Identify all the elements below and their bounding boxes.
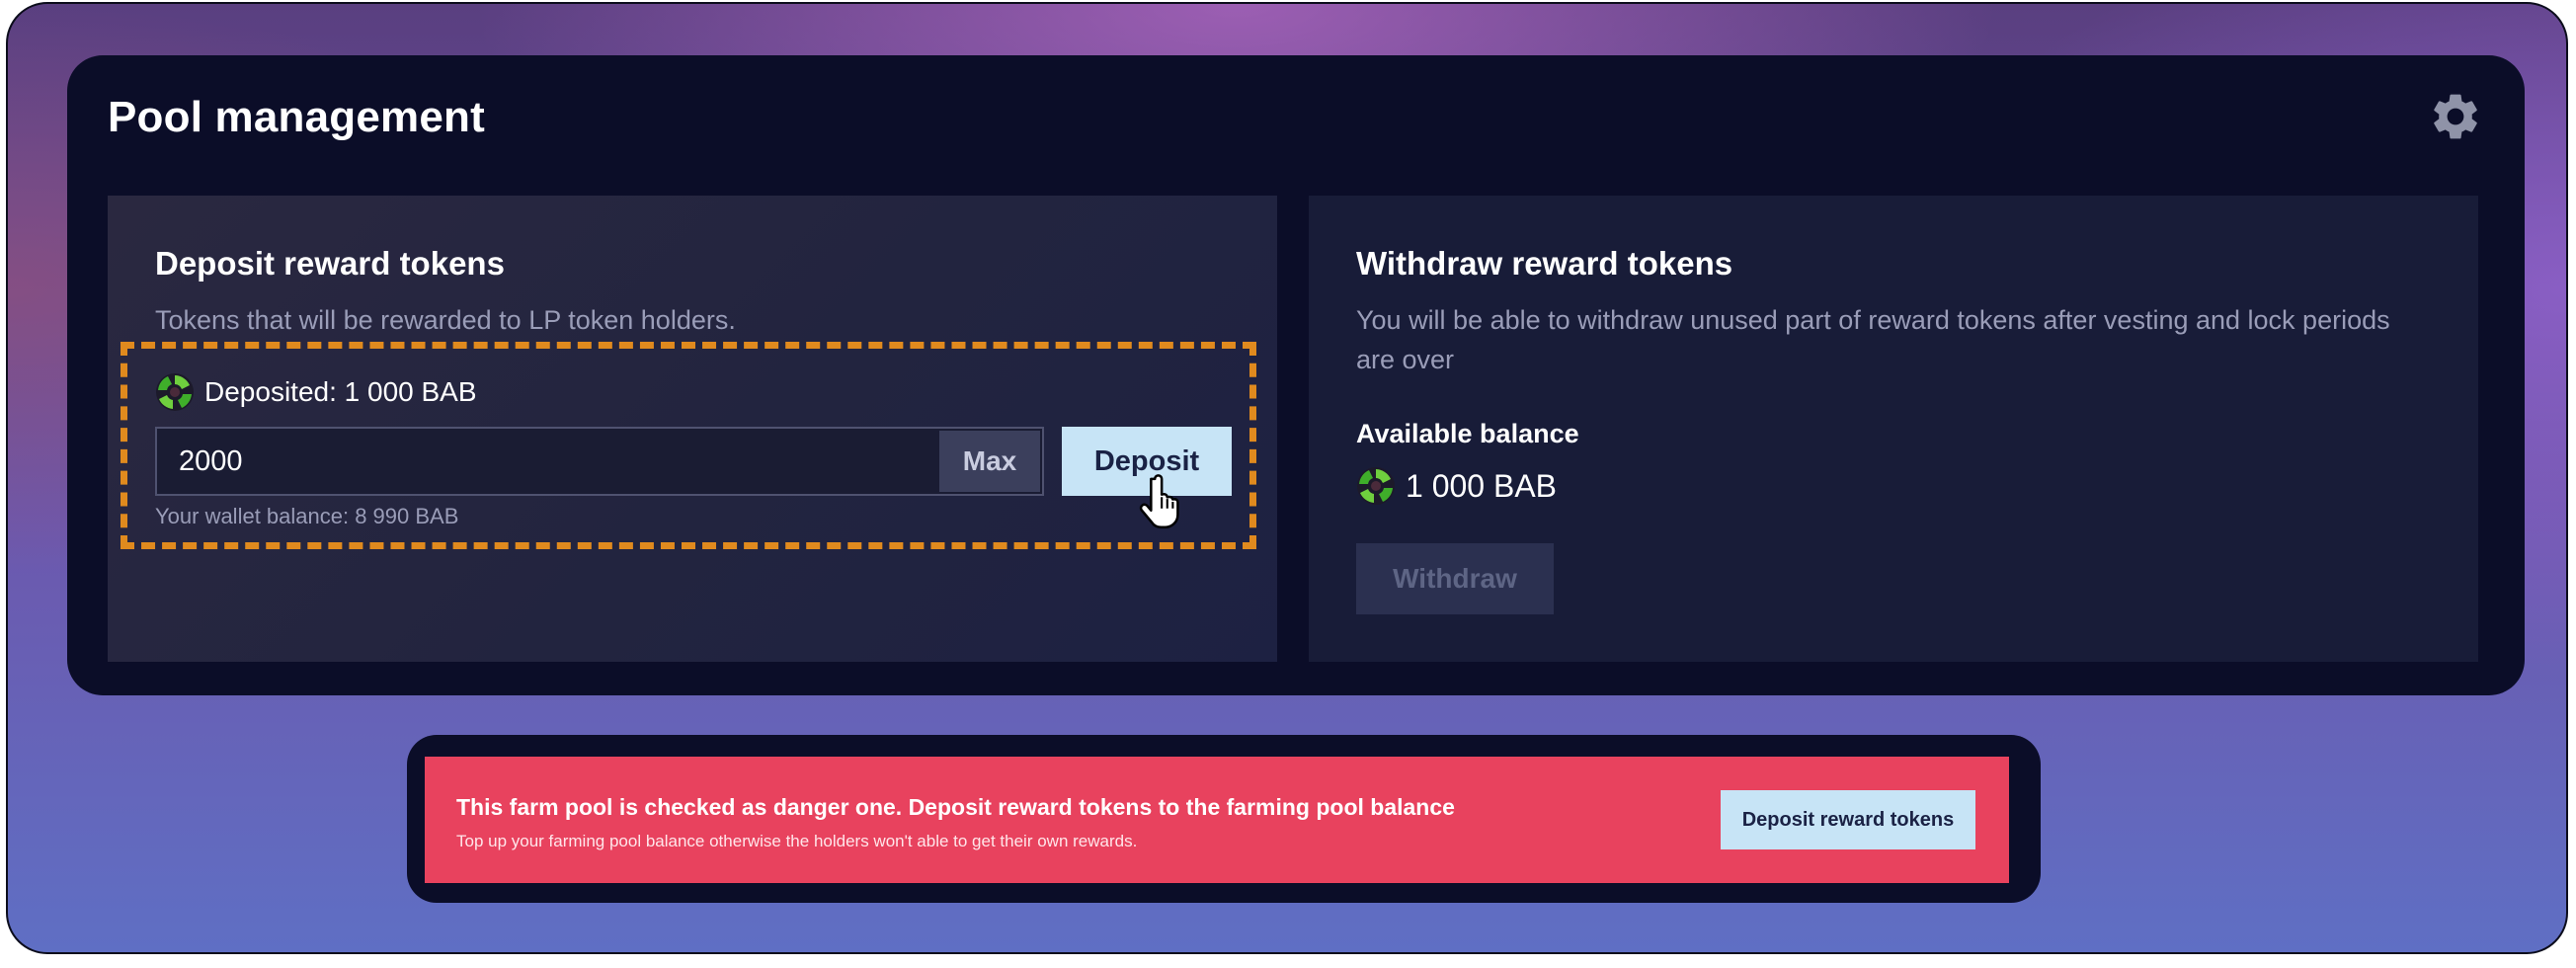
deposit-reward-tokens-button[interactable]: Deposit reward tokens: [1721, 790, 1975, 849]
bab-token-icon: [1357, 467, 1395, 505]
app-frame: Pool management Deposit reward tokens To…: [6, 2, 2568, 954]
max-button[interactable]: Max: [939, 431, 1040, 492]
gear-icon[interactable]: [2428, 89, 2483, 144]
danger-alert: This farm pool is checked as danger one.…: [425, 757, 2009, 883]
deposited-amount: Deposited: 1 000 BAB: [204, 376, 477, 407]
alert-subtitle: Top up your farming pool balance otherwi…: [456, 832, 1138, 850]
available-balance-label: Available balance: [1356, 419, 1579, 448]
withdraw-card: Withdraw reward tokens You will be able …: [1309, 196, 2478, 662]
withdraw-button[interactable]: Withdraw: [1356, 543, 1554, 614]
deposit-card: Deposit reward tokens Tokens that will b…: [108, 196, 1277, 662]
deposit-amount-input[interactable]: [155, 427, 1044, 496]
withdraw-description: You will be able to withdraw unused part…: [1356, 305, 2390, 374]
available-balance-row: 1 000 BAB: [1356, 466, 1557, 506]
deposited-row: Deposited: 1 000 BAB: [155, 371, 477, 413]
alert-title: This farm pool is checked as danger one.…: [456, 794, 1455, 820]
available-balance-amount: 1 000 BAB: [1406, 467, 1557, 504]
hand-cursor-icon: [1139, 474, 1179, 529]
deposit-title: Deposit reward tokens: [155, 245, 505, 282]
pool-management-panel: Pool management Deposit reward tokens To…: [67, 55, 2525, 695]
alert-container: This farm pool is checked as danger one.…: [407, 735, 2041, 903]
wallet-balance: Your wallet balance: 8 990 BAB: [155, 504, 459, 528]
withdraw-title: Withdraw reward tokens: [1356, 245, 1733, 282]
bab-token-icon: [156, 373, 194, 411]
page-title: Pool management: [108, 93, 485, 141]
deposit-description: Tokens that will be rewarded to LP token…: [155, 305, 736, 335]
